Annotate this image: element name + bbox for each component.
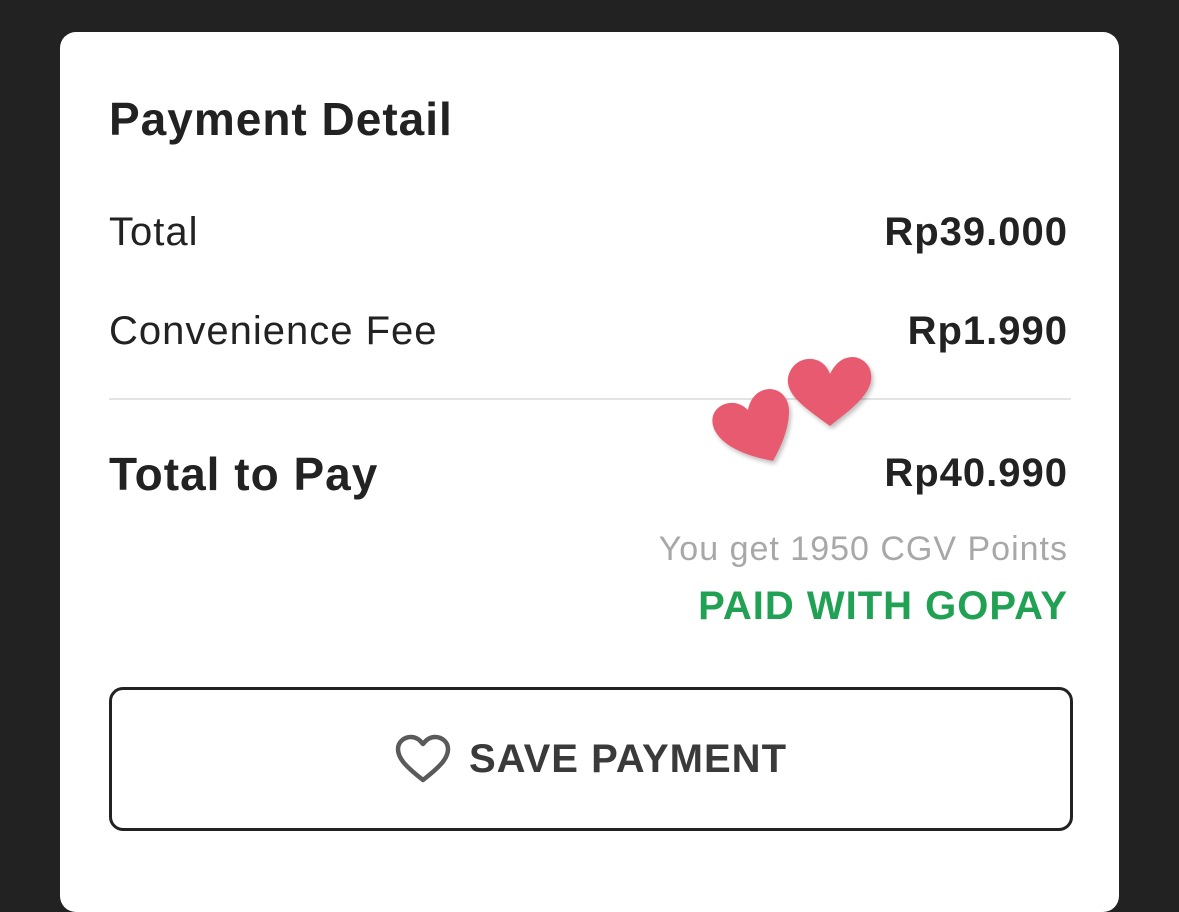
payment-detail-card: Payment Detail Total Rp39.000 Convenienc… <box>60 32 1119 912</box>
heart-outline-icon <box>395 734 451 784</box>
total-label: Total <box>109 210 199 254</box>
convenience-fee-value: Rp1.990 <box>907 309 1068 353</box>
total-to-pay-value: Rp40.990 <box>884 451 1068 495</box>
hearts-sticker-icon <box>712 357 872 461</box>
total-value: Rp39.000 <box>884 210 1068 254</box>
cgv-points-text: You get 1950 CGV Points <box>658 530 1068 568</box>
convenience-fee-label: Convenience Fee <box>109 309 438 353</box>
paid-with-gopay-text: PAID WITH GOPAY <box>698 584 1068 628</box>
total-to-pay-label: Total to Pay <box>109 448 379 500</box>
payment-detail-title: Payment Detail <box>109 93 453 145</box>
divider <box>109 398 1071 400</box>
save-payment-label: SAVE PAYMENT <box>469 736 787 781</box>
save-payment-button[interactable]: SAVE PAYMENT <box>109 687 1073 831</box>
